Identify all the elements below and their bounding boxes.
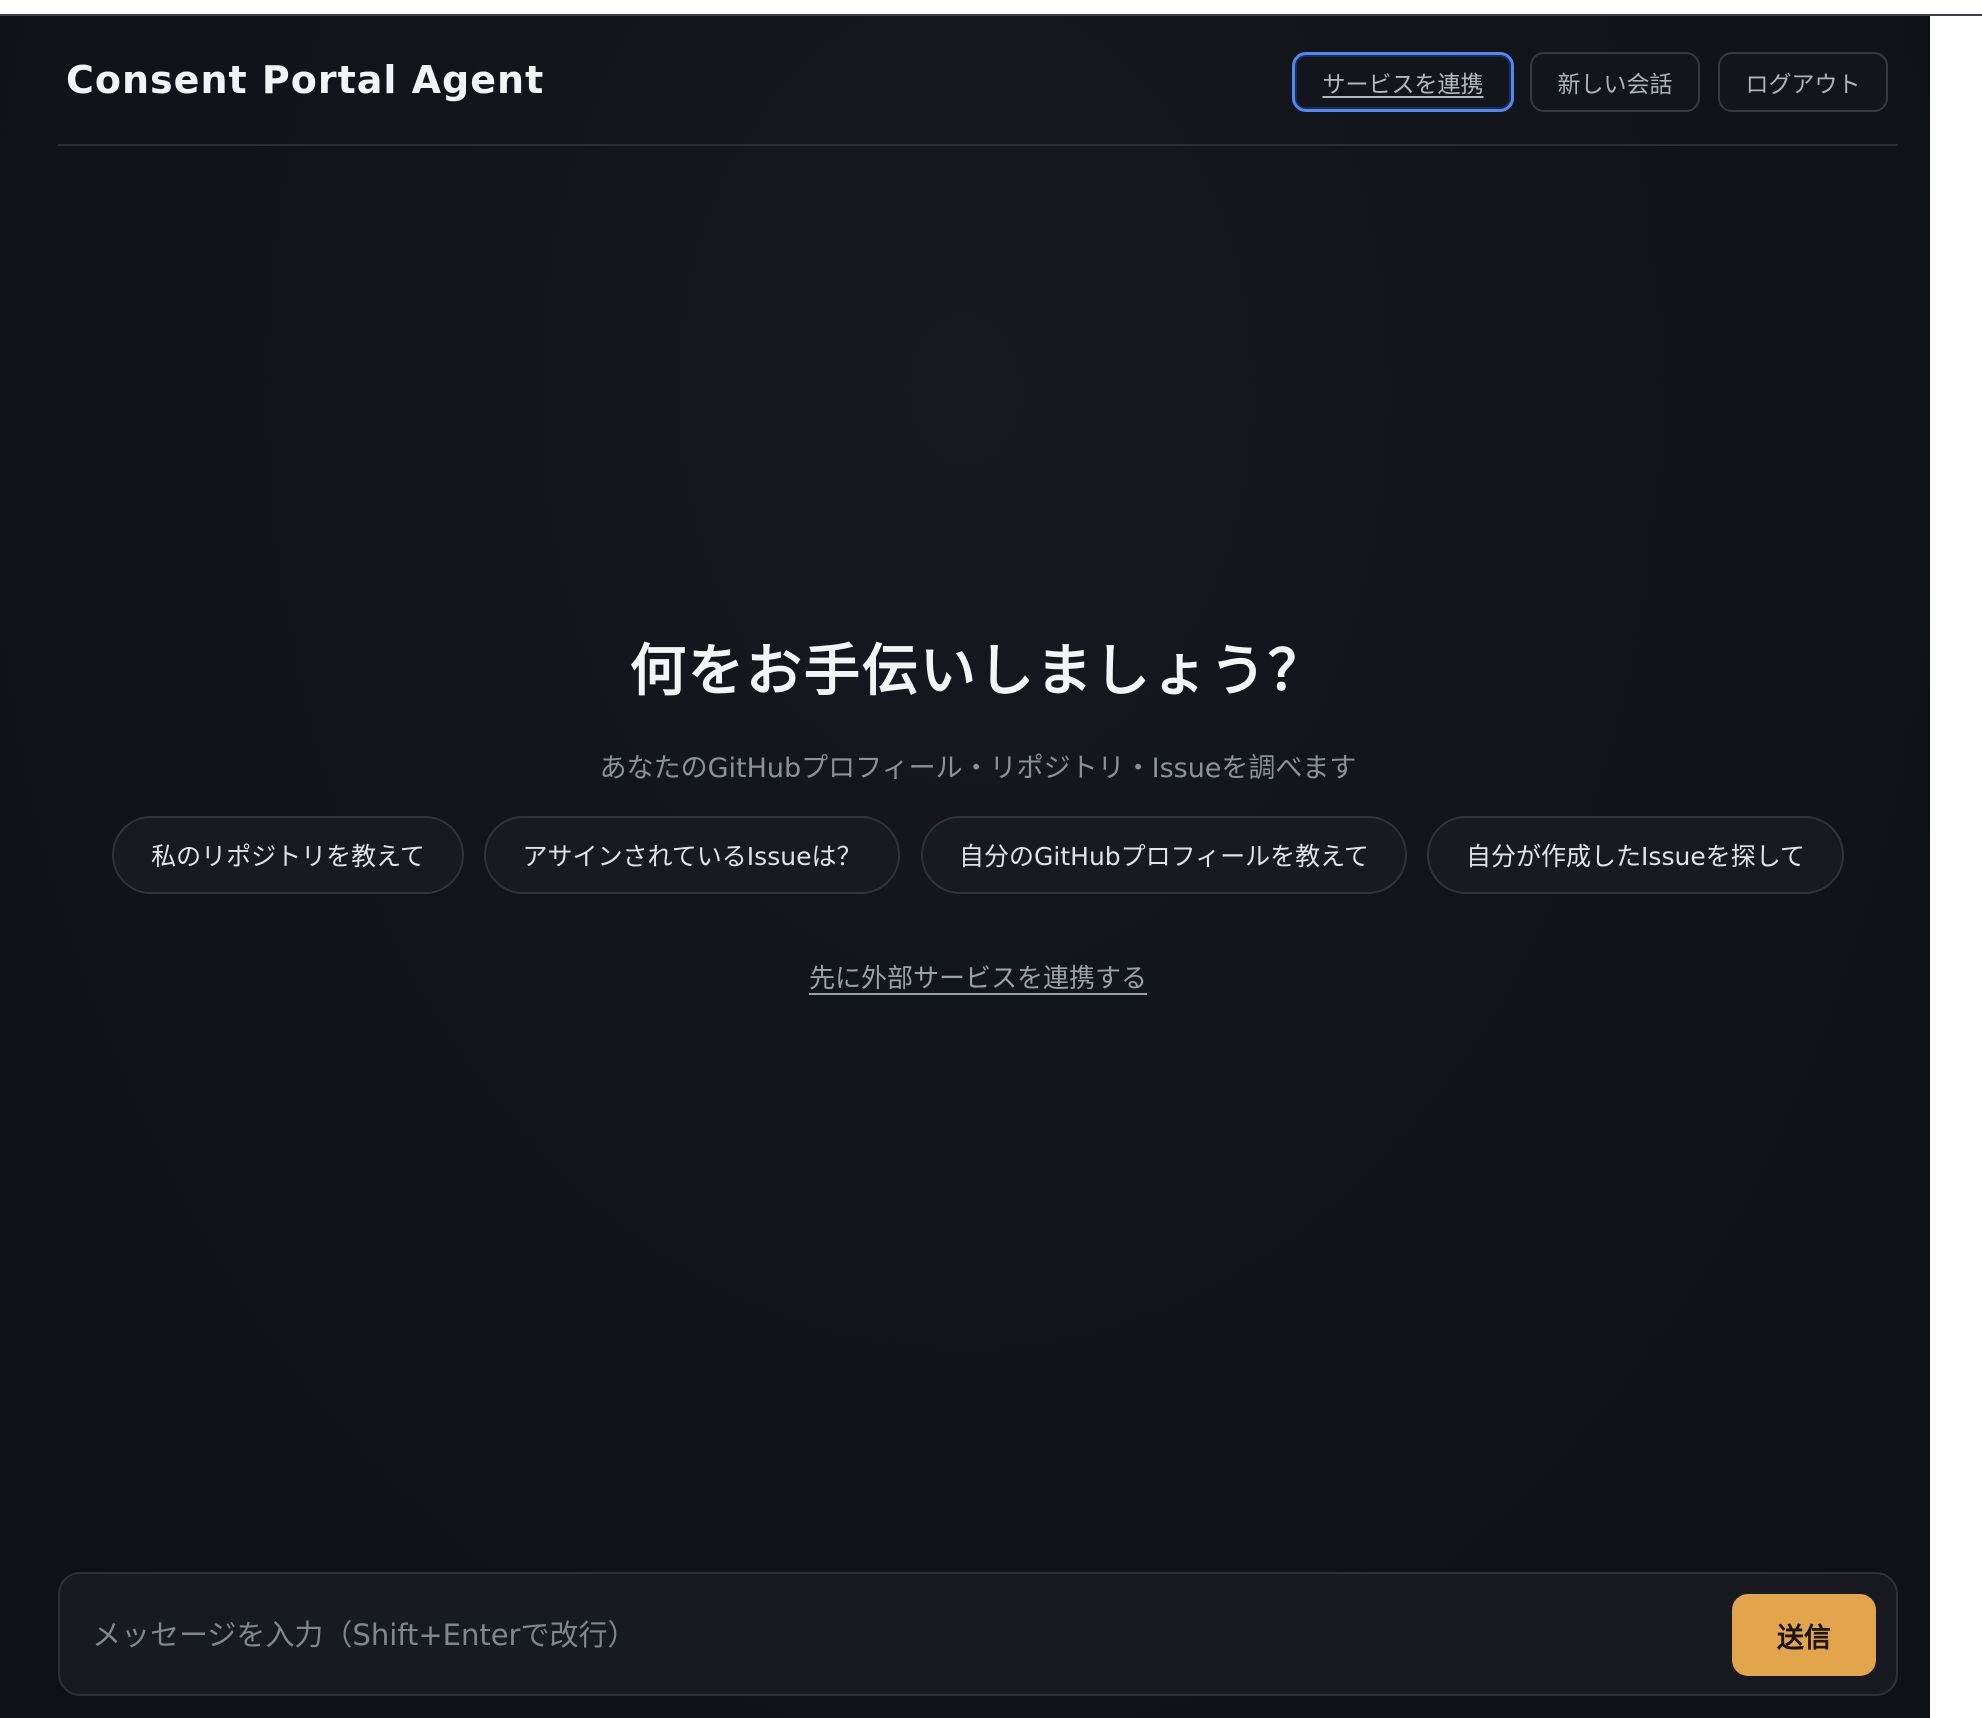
new-conversation-button[interactable]: 新しい会話 xyxy=(1530,52,1700,112)
app-title: Consent Portal Agent xyxy=(66,58,545,102)
welcome-subtitle: あなたのGitHubプロフィール・リポジトリ・Issueを調べます xyxy=(599,753,1357,784)
connect-services-button[interactable]: サービスを連携 xyxy=(1292,52,1514,112)
suggestion-assigned-issues[interactable]: アサインされているIssueは？ xyxy=(484,816,900,894)
welcome-heading: 何をお手伝いしましょう？ xyxy=(630,639,1326,704)
message-composer: 送信 xyxy=(58,1572,1898,1696)
message-input[interactable] xyxy=(90,1602,1774,1668)
suggestion-created-issues[interactable]: 自分が作成したIssueを探して xyxy=(1427,816,1844,894)
connect-services-link[interactable]: 先に外部サービスを連携する xyxy=(0,958,1956,995)
logout-button[interactable]: ログアウト xyxy=(1718,52,1888,112)
suggestion-my-repositories[interactable]: 私のリポジトリを教えて xyxy=(112,816,464,894)
chat-app: Consent Portal Agent サービスを連携 新しい会話 ログアウト… xyxy=(0,16,1930,1718)
app-header: Consent Portal Agent サービスを連携 新しい会話 ログアウト xyxy=(58,16,1898,146)
send-button[interactable]: 送信 xyxy=(1732,1594,1876,1676)
window-right-margin xyxy=(1930,16,1982,1718)
suggestion-github-profile[interactable]: 自分のGitHubプロフィールを教えて xyxy=(921,816,1407,894)
